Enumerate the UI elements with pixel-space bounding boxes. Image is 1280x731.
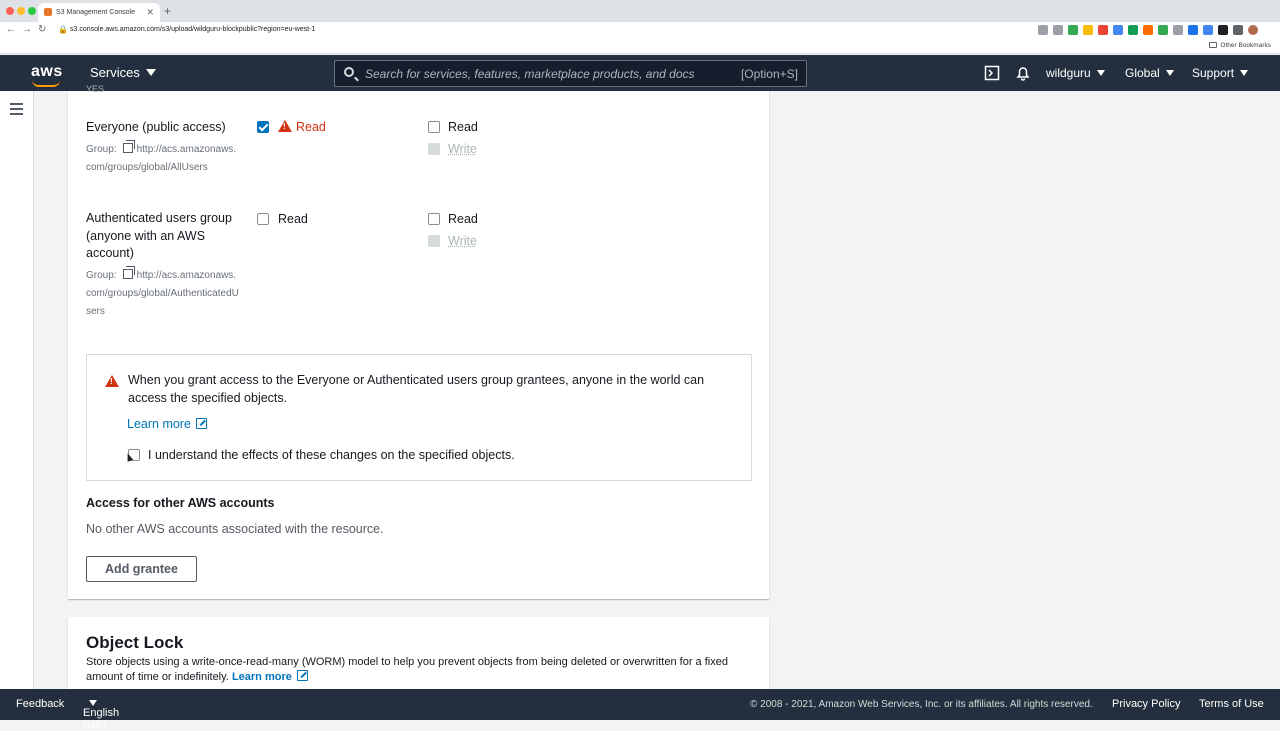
cloudshell-icon[interactable]: [984, 65, 1000, 81]
extension-icon[interactable]: [1143, 25, 1153, 35]
check-icon[interactable]: [1128, 25, 1138, 35]
warning-text: When you grant access to the Everyone or…: [128, 373, 705, 405]
menu-icon[interactable]: [10, 103, 23, 118]
authenticated-acl-read-checkbox[interactable]: [428, 213, 440, 225]
other-accounts-empty: No other AWS accounts associated with th…: [86, 522, 384, 536]
extension-icon[interactable]: [1068, 25, 1078, 35]
profile-avatar[interactable]: [1248, 25, 1258, 35]
browser-tab[interactable]: S3 Management Console ✕: [38, 3, 160, 22]
zoom-icon[interactable]: [1038, 25, 1048, 35]
authenticated-acl-write-label: Write: [448, 234, 477, 248]
support-menu[interactable]: Support: [1192, 66, 1249, 80]
feedback-link[interactable]: Feedback: [16, 698, 64, 710]
copy-icon[interactable]: [122, 266, 135, 279]
everyone-acl-read-checkbox[interactable]: [428, 121, 440, 133]
object-lock-title: Object Lock: [86, 633, 184, 652]
copy-icon[interactable]: [122, 140, 135, 153]
new-tab-icon[interactable]: +: [164, 4, 171, 18]
extension-icons: [1038, 25, 1258, 36]
other-accounts-title: Access for other AWS accounts: [86, 496, 275, 510]
search-input[interactable]: [365, 66, 725, 82]
caret-down-icon: [1096, 70, 1105, 76]
grantee-authenticated-name: Authenticated users group (anyone with a…: [86, 211, 232, 260]
external-link-icon: [296, 670, 308, 681]
copyright-text: © 2008 - 2021, Amazon Web Services, Inc.…: [750, 699, 1093, 710]
acknowledge-label: I understand the effects of these change…: [148, 448, 515, 462]
side-nav-rail: [0, 91, 34, 689]
search-icon: [344, 67, 354, 77]
extension-icon[interactable]: [1158, 25, 1168, 35]
caret-down-icon: [145, 69, 156, 76]
notifications-bell-icon[interactable]: [1015, 65, 1031, 81]
caret-down-icon: [89, 700, 97, 706]
authenticated-objects-read-checkbox[interactable]: [257, 213, 269, 225]
forward-icon[interactable]: →: [22, 24, 32, 35]
everyone-acl-read-label: Read: [448, 120, 478, 134]
console-footer: Feedback English (US) © 2008 - 2021, Ama…: [0, 689, 1280, 731]
region-menu[interactable]: Global: [1125, 66, 1174, 80]
language-selector[interactable]: English (US): [83, 698, 119, 731]
url-field[interactable]: s3.console.aws.amazon.com/s3/upload/wild…: [70, 26, 315, 33]
close-tab-icon[interactable]: ✕: [146, 7, 154, 18]
unified-search[interactable]: [Option+S]: [334, 60, 807, 87]
caret-down-icon: [1165, 70, 1174, 76]
gmail-icon[interactable]: [1098, 25, 1108, 35]
star-icon[interactable]: [1053, 25, 1063, 35]
reload-icon[interactable]: ↻: [38, 24, 46, 35]
privacy-policy-link[interactable]: Privacy Policy: [1112, 698, 1180, 710]
extension-icon[interactable]: [1173, 25, 1183, 35]
grantee-authenticated-group: Group: http://acs.amazonaws.com/groups/gl…: [86, 266, 239, 317]
extension-icon[interactable]: [1218, 25, 1228, 35]
address-bar: ← → ↻ 🔒 s3.console.aws.amazon.com/s3/upl…: [0, 22, 1280, 39]
everyone-acl-write-checkbox: [428, 143, 440, 155]
everyone-objects-read-label: Read: [278, 120, 326, 134]
authenticated-acl-write-checkbox: [428, 235, 440, 247]
authenticated-objects-read-label: Read: [278, 212, 308, 226]
terms-of-use-link[interactable]: Terms of Use: [1199, 698, 1264, 710]
warning-icon: [105, 375, 119, 387]
services-menu[interactable]: Services: [90, 65, 156, 80]
account-menu[interactable]: wildguru: [1046, 66, 1105, 80]
search-shortcut: [Option+S]: [740, 67, 798, 81]
puzzle-icon[interactable]: [1233, 25, 1243, 35]
extension-icon[interactable]: [1188, 25, 1198, 35]
extension-icon[interactable]: [1113, 25, 1123, 35]
authenticated-acl-read-label: Read: [448, 212, 478, 226]
grantee-everyone-group: Group: http://acs.amazonaws.com/groups/gl…: [86, 140, 237, 173]
object-lock-learn-more-link[interactable]: Learn more: [232, 670, 308, 683]
object-lock-description: Store objects using a write-once-read-ma…: [86, 656, 728, 683]
caret-down-icon: [1240, 70, 1249, 76]
extension-icon[interactable]: [1203, 25, 1213, 35]
aws-top-nav: aws Services [Option+S] wildguru Global …: [0, 55, 1280, 91]
aws-favicon-icon: [44, 8, 52, 16]
warning-icon: [278, 120, 292, 132]
grantee-everyone-name: Everyone (public access): [86, 120, 226, 134]
browser-tab-bar: S3 Management Console ✕ +: [0, 0, 1280, 22]
minimize-window-icon[interactable]: [17, 7, 25, 15]
other-bookmarks[interactable]: Other Bookmarks: [1209, 42, 1271, 49]
aws-logo[interactable]: aws: [31, 63, 63, 87]
bookmarks-bar: Other Bookmarks: [0, 39, 1280, 54]
learn-more-link[interactable]: Learn more: [127, 417, 207, 431]
tab-title: S3 Management Console: [56, 9, 135, 16]
everyone-acl-write-label: Write: [448, 142, 477, 156]
maximize-window-icon[interactable]: [28, 7, 36, 15]
clipped-text: YES: [86, 84, 105, 94]
external-link-icon: [195, 418, 207, 429]
folder-icon: [1209, 42, 1218, 48]
close-window-icon[interactable]: [6, 7, 14, 15]
back-icon[interactable]: ←: [6, 24, 16, 35]
lock-icon: 🔒: [58, 25, 68, 34]
drive-icon[interactable]: [1083, 25, 1093, 35]
aws-smile-icon: [32, 80, 60, 87]
add-grantee-button[interactable]: Add grantee: [86, 556, 197, 582]
everyone-objects-read-checkbox[interactable]: [257, 121, 269, 133]
